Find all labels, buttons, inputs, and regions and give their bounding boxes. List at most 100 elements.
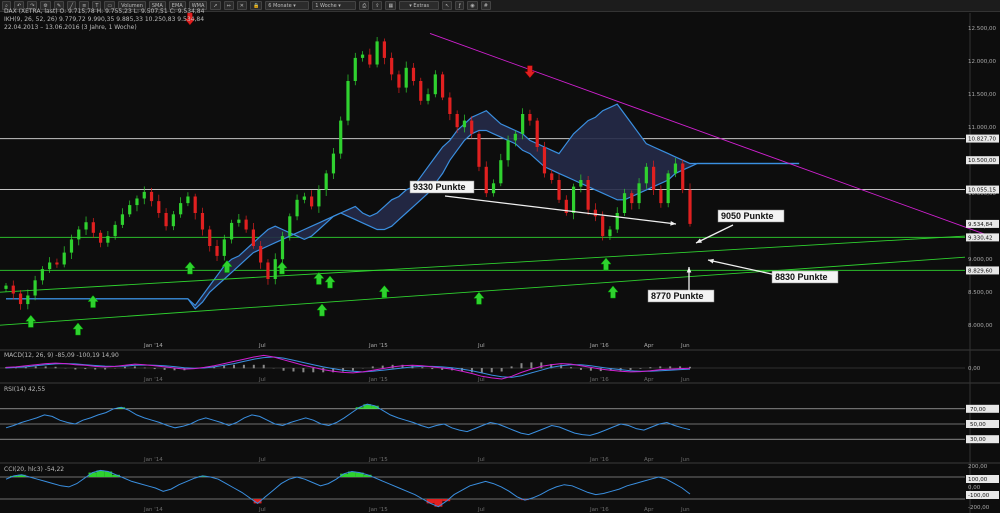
candle-body <box>11 285 15 294</box>
candle-body <box>33 280 37 296</box>
macd-histogram-bar <box>223 365 226 369</box>
x-tick-label: Jan '15 <box>368 457 388 463</box>
macd-histogram-bar <box>54 366 57 369</box>
candle-body <box>18 293 23 305</box>
candle-body <box>470 120 474 134</box>
macd-histogram-bar <box>530 362 533 369</box>
candle-body <box>302 196 306 200</box>
candle-body <box>251 229 256 246</box>
candle-body <box>26 295 30 305</box>
annotation-label: 8830 Punkte <box>775 272 828 282</box>
candle-body <box>630 193 634 204</box>
rsi-tick-label: 30,00 <box>970 437 986 443</box>
candle-body <box>193 196 197 213</box>
candle-body <box>462 120 467 128</box>
macd-histogram-bar <box>242 364 245 369</box>
candle-body <box>411 67 416 81</box>
x-tick-label: Apr <box>644 343 654 349</box>
macd-histogram-bar <box>312 368 315 373</box>
candle-body <box>637 183 641 204</box>
candle-body <box>244 219 248 230</box>
candle-body <box>288 216 292 237</box>
candle-body <box>557 180 561 200</box>
candle-body <box>215 246 219 256</box>
candle-body <box>48 262 52 270</box>
candle-body <box>521 114 525 134</box>
chart-canvas[interactable]: 8.000,008.500,009.000,009.500,0010.000,0… <box>0 0 1000 513</box>
x-tick-label: Apr <box>644 457 654 463</box>
x-tick-label: Jan '16 <box>589 343 609 349</box>
candle-body <box>62 252 66 265</box>
candle-body <box>440 74 445 98</box>
chart-info-line3: 22.04.2013 – 13.06.2016 (3 Jahre, 1 Woch… <box>4 24 137 31</box>
macd-histogram-bar <box>302 368 305 373</box>
macd-histogram-bar <box>371 366 374 369</box>
candle-body <box>164 213 168 227</box>
x-tick-label: Jun <box>680 507 690 513</box>
candle-body <box>135 198 139 206</box>
macd-histogram-bar <box>133 366 136 369</box>
macd-histogram-bar <box>153 368 156 370</box>
macd-histogram-bar <box>500 368 503 372</box>
candle-body <box>506 140 510 161</box>
cci-tick-label: 200,00 <box>968 464 988 470</box>
macd-histogram-bar <box>540 362 543 369</box>
y-tick-label: 8.500,00 <box>968 290 993 296</box>
x-tick-label: Jan '14 <box>143 343 163 349</box>
candle-body <box>397 74 401 88</box>
macd-tick-label: 0,00 <box>968 366 981 372</box>
candle-body <box>390 57 394 75</box>
macd-histogram-bar <box>351 368 354 371</box>
cci-tick-label: -100,00 <box>968 493 990 499</box>
macd-histogram-bar <box>431 368 434 370</box>
candle-body <box>368 54 372 65</box>
candle-body <box>652 166 656 190</box>
candle-body <box>106 236 110 243</box>
candle-body <box>84 222 88 230</box>
x-tick-label: Jan '14 <box>143 507 163 513</box>
candle-body <box>601 216 605 237</box>
candle-body <box>513 133 517 141</box>
macd-histogram-bar <box>659 366 662 369</box>
rsi-title: RSI(14) 42,55 <box>4 386 45 393</box>
chart-info-line1: DAX (XETRA, last) O: 9.715,78 H: 9.755,2… <box>4 8 205 15</box>
x-tick-label: Jul <box>258 507 266 513</box>
y-tick-label: 11.500,00 <box>968 92 996 98</box>
macd-histogram-bar <box>143 367 146 369</box>
macd-title: MACD(12, 26, 9) -85,09 -100,19 14,90 <box>4 352 119 359</box>
candle-body <box>673 163 678 174</box>
candle-body <box>273 259 277 279</box>
candle-body <box>433 74 437 95</box>
price-box-label: 8.829,60 <box>968 268 993 274</box>
candle-body <box>295 199 299 217</box>
rsi-tick-label: 70,00 <box>970 407 986 413</box>
candle-body <box>98 232 103 243</box>
x-tick-label: Apr <box>644 377 654 383</box>
candle-body <box>55 262 59 265</box>
candle-body <box>666 173 670 204</box>
candle-body <box>69 239 74 253</box>
chart-info-line2: IKH(9, 26, 52, 26) 9.779,72 9.990,35 9.8… <box>4 16 204 23</box>
candle-body <box>186 196 190 204</box>
y-tick-label: 8.000,00 <box>968 323 993 329</box>
macd-histogram-bar <box>123 366 126 369</box>
candle-body <box>426 94 430 101</box>
candle-body <box>91 222 95 233</box>
macd-histogram-bar <box>74 368 77 370</box>
candle-body <box>593 209 598 217</box>
macd-histogram-bar <box>421 367 424 369</box>
macd-histogram-bar <box>520 363 523 369</box>
candle-body <box>448 97 452 114</box>
candle-body <box>375 41 379 65</box>
annotation-label: 9050 Punkte <box>721 211 774 221</box>
candle-body <box>280 236 285 260</box>
candle-body <box>644 166 648 184</box>
cci-tick-label: -200,00 <box>968 505 990 511</box>
macd-histogram-bar <box>381 365 384 369</box>
candle-body <box>586 180 590 210</box>
macd-histogram-bar <box>282 368 285 371</box>
x-tick-label: Jan '16 <box>589 507 609 513</box>
candle-body <box>535 120 539 147</box>
macd-histogram-bar <box>570 367 573 369</box>
candle-body <box>455 114 459 128</box>
